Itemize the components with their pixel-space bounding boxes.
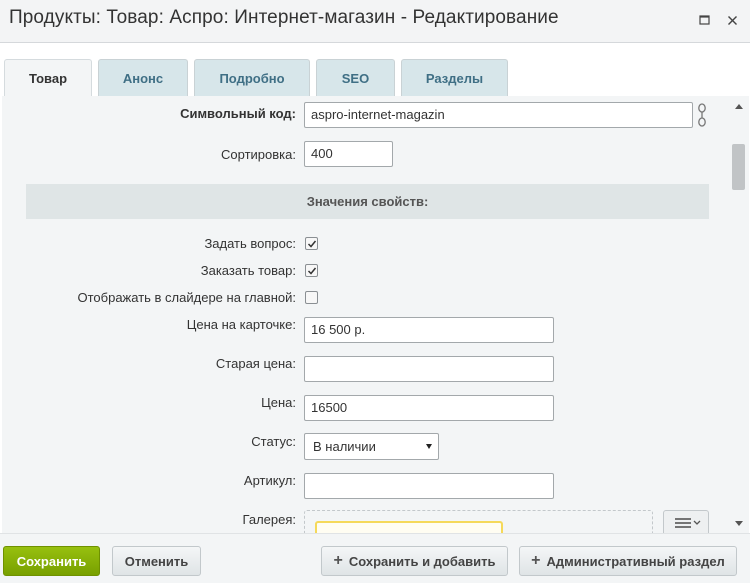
menu-lines-icon [675,518,701,528]
price-card-label: Цена на карточке: [186,317,296,332]
show-in-slider-checkbox[interactable] [305,291,318,304]
tab-announcement[interactable]: Анонс [98,59,188,96]
old-price-label: Старая цена: [215,356,296,371]
scroll-up-icon[interactable] [735,104,743,109]
close-icon[interactable] [722,10,742,30]
ask-question-checkbox[interactable] [305,237,318,250]
tab-details[interactable]: Подробно [194,59,310,96]
ask-question-label: Задать вопрос: [204,236,296,251]
gallery-dropzone[interactable] [304,510,653,533]
status-label: Статус: [251,434,296,449]
cancel-button[interactable]: Отменить [112,546,201,576]
scroll-thumb[interactable] [732,144,745,190]
gallery-upload-area[interactable] [315,521,503,533]
order-product-checkbox[interactable] [305,264,318,277]
show-in-slider-label: Отображать в слайдере на главной: [77,290,297,305]
window-titlebar: Продукты: Товар: Аспро: Интернет-магазин… [0,0,750,43]
article-input[interactable] [304,473,554,499]
tab-sections[interactable]: Разделы [401,59,508,96]
properties-heading: Значения свойств: [26,184,709,219]
article-label: Артикул: [243,473,296,488]
scroll-down-icon[interactable] [735,521,743,526]
sort-input[interactable]: 400 [304,141,393,167]
plus-icon: + [531,552,541,569]
price-input[interactable]: 16500 [304,395,554,421]
save-and-add-button[interactable]: + Сохранить и добавить [321,546,508,576]
save-button[interactable]: Сохранить [3,546,100,576]
form-content: Символьный код: aspro-internet-magazin С… [2,96,730,533]
vertical-scrollbar[interactable] [730,96,749,533]
maximize-icon[interactable] [694,10,714,30]
tab-product[interactable]: Товар [4,59,92,97]
save-and-add-label: Сохранить и добавить [348,553,496,569]
old-price-input[interactable] [304,356,554,382]
footer-bar: Сохранить Отменить + Сохранить и добавит… [0,533,750,583]
symbolic-code-input[interactable]: aspro-internet-magazin [304,102,693,128]
window-title: Продукты: Товар: Аспро: Интернет-магазин… [9,7,559,28]
chevron-down-icon [426,444,432,449]
status-select[interactable]: В наличии [304,433,439,460]
tab-bar: Товар Анонс Подробно SEO Разделы [0,43,750,97]
symbolic-code-label: Символьный код: [180,106,296,121]
price-label: Цена: [261,395,296,410]
gallery-label: Галерея: [242,512,296,527]
price-card-input[interactable]: 16 500 р. [304,317,554,343]
admin-section-button[interactable]: + Административный раздел [519,546,737,576]
status-select-value: В наличии [313,439,376,454]
gallery-menu-button[interactable] [663,510,709,533]
tab-seo[interactable]: SEO [316,59,395,96]
link-chain-icon[interactable] [696,103,708,127]
admin-section-label: Административный раздел [546,553,725,569]
plus-icon: + [333,552,343,569]
order-product-label: Заказать товар: [200,263,296,278]
sort-label: Сортировка: [221,147,296,162]
